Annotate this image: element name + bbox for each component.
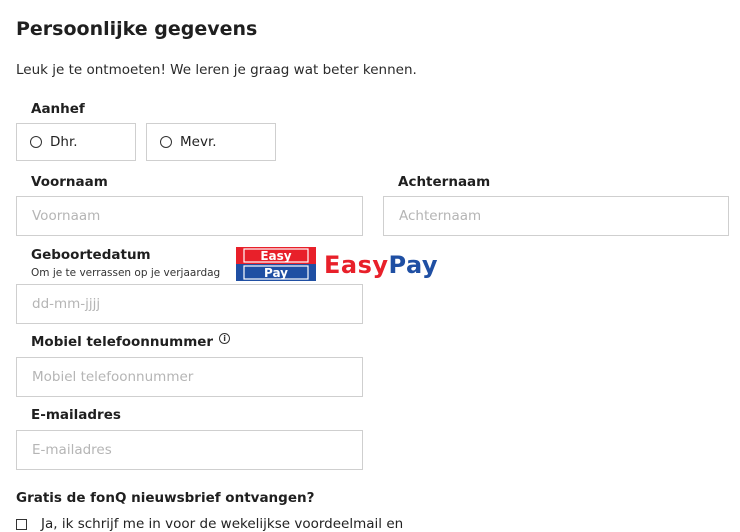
radio-label-dhr: Dhr. — [50, 134, 78, 150]
info-icon[interactable]: i — [219, 332, 231, 344]
first-name-label: Voornaam — [31, 174, 108, 190]
birthdate-hint: Om je te verrassen op je verjaardag — [31, 267, 221, 279]
easypay-logo-line2: Pay — [264, 266, 288, 280]
phone-field[interactable] — [16, 357, 363, 397]
newsletter-checkbox[interactable] — [16, 518, 27, 530]
easypay-brand-easy: Easy — [324, 251, 389, 279]
easypay-brand-text: EasyPay — [324, 251, 438, 279]
easypay-logo: Easy Pay — [236, 247, 316, 281]
easypay-logo-line1: Easy — [260, 249, 291, 263]
phone-label-row: Mobiel telefoonnummer i — [31, 332, 231, 350]
newsletter-checkbox-label: Ja, ik schrijf me in voor de wekelijkse … — [41, 516, 404, 532]
page-title: Persoonlijke gegevens — [16, 18, 258, 40]
birthdate-label: Geboortedatum — [31, 247, 151, 263]
radio-option-dhr[interactable]: Dhr. — [16, 123, 136, 161]
last-name-label: Achternaam — [398, 174, 491, 190]
radio-label-mevr: Mevr. — [180, 134, 217, 150]
newsletter-checkbox-row[interactable]: Ja, ik schrijf me in voor de wekelijkse … — [16, 516, 403, 532]
salutation-label: Aanhef — [31, 101, 85, 117]
radio-circle-icon — [160, 136, 172, 148]
phone-label: Mobiel telefoonnummer — [31, 334, 214, 350]
birthdate-field[interactable] — [16, 284, 363, 324]
last-name-field[interactable] — [383, 196, 729, 236]
easypay-brand-pay: Pay — [388, 251, 439, 279]
intro-text: Leuk je te ontmoeten! We leren je graag … — [16, 62, 417, 78]
first-name-field[interactable] — [16, 196, 363, 236]
email-label: E-mailadres — [31, 407, 121, 423]
radio-circle-icon — [30, 136, 42, 148]
email-field[interactable] — [16, 430, 363, 470]
radio-option-mevr[interactable]: Mevr. — [146, 123, 276, 161]
newsletter-question: Gratis de fonQ nieuwsbrief ontvangen? — [16, 490, 315, 506]
